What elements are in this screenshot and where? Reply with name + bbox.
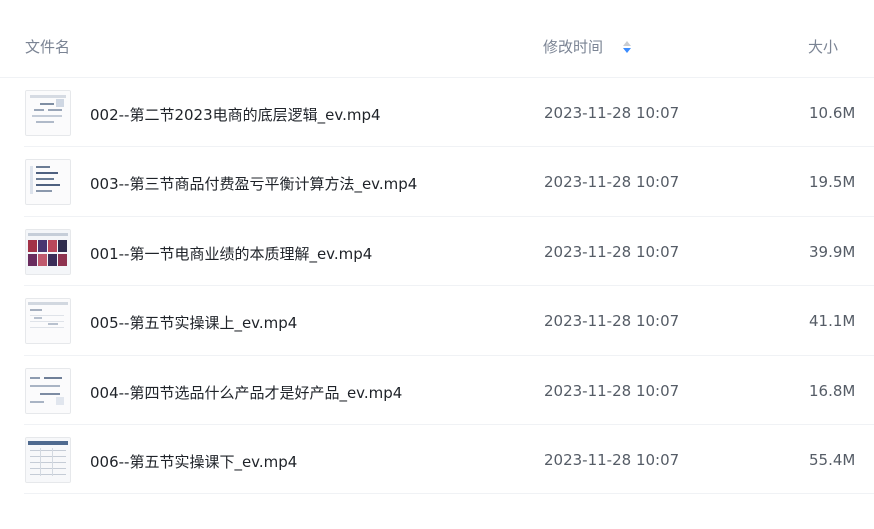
table-row[interactable]: 004--第四节选品什么产品才是好产品_ev.mp4 2023-11-28 10…	[24, 356, 874, 425]
table-row[interactable]: 006--第五节实操课下_ev.mp4 2023-11-28 10:07 55.…	[24, 425, 874, 495]
file-table: 文件名 修改时间 大小 002--第二节2023电商的底层逻辑_ev.mp4 2…	[0, 0, 874, 529]
file-modified-time: 2023-11-28 10:07	[544, 381, 680, 400]
file-modified-time: 2023-11-28 10:07	[544, 173, 680, 192]
file-modified-time: 2023-11-28 10:07	[544, 450, 680, 469]
video-thumbnail-icon	[25, 436, 71, 483]
table-row[interactable]: 005--第五节实操课上_ev.mp4 2023-11-28 10:07 41.…	[24, 286, 874, 356]
column-header-name[interactable]: 文件名	[25, 36, 70, 57]
file-name[interactable]: 004--第四节选品什么产品才是好产品_ev.mp4	[90, 382, 402, 403]
video-thumbnail-icon	[25, 298, 71, 345]
file-name[interactable]: 001--第一节电商业绩的本质理解_ev.mp4	[90, 243, 372, 264]
column-header-modified-time-label: 修改时间	[543, 38, 604, 56]
table-row[interactable]: 002--第二节2023电商的底层逻辑_ev.mp4 2023-11-28 10…	[24, 78, 874, 148]
video-thumbnail-icon	[25, 228, 71, 275]
file-name[interactable]: 003--第三节商品付费盈亏平衡计算方法_ev.mp4	[90, 173, 417, 194]
file-list: 002--第二节2023电商的底层逻辑_ev.mp4 2023-11-28 10…	[0, 78, 874, 495]
file-size: 10.6M	[809, 104, 856, 122]
file-size: 55.4M	[809, 450, 856, 469]
table-row[interactable]: 001--第一节电商业绩的本质理解_ev.mp4 2023-11-28 10:0…	[24, 217, 874, 287]
file-modified-time: 2023-11-28 10:07	[544, 312, 680, 331]
video-thumbnail-icon	[25, 90, 71, 136]
file-modified-time: 2023-11-28 10:07	[544, 104, 680, 122]
file-modified-time: 2023-11-28 10:07	[544, 242, 680, 261]
video-thumbnail-icon	[25, 367, 71, 414]
file-name[interactable]: 006--第五节实操课下_ev.mp4	[90, 451, 297, 472]
video-thumbnail-icon	[25, 159, 71, 206]
file-size: 41.1M	[809, 312, 856, 331]
column-header-size[interactable]: 大小	[808, 36, 838, 57]
table-header: 文件名 修改时间 大小	[0, 0, 874, 78]
file-size: 16.8M	[809, 381, 856, 400]
column-header-modified-time[interactable]: 修改时间	[543, 36, 632, 57]
table-row[interactable]: 003--第三节商品付费盈亏平衡计算方法_ev.mp4 2023-11-28 1…	[24, 147, 874, 217]
file-size: 39.9M	[809, 242, 856, 261]
file-size: 19.5M	[809, 173, 856, 192]
file-name[interactable]: 002--第二节2023电商的底层逻辑_ev.mp4	[90, 104, 381, 125]
file-name[interactable]: 005--第五节实操课上_ev.mp4	[90, 312, 297, 333]
sort-icon[interactable]	[622, 40, 632, 54]
